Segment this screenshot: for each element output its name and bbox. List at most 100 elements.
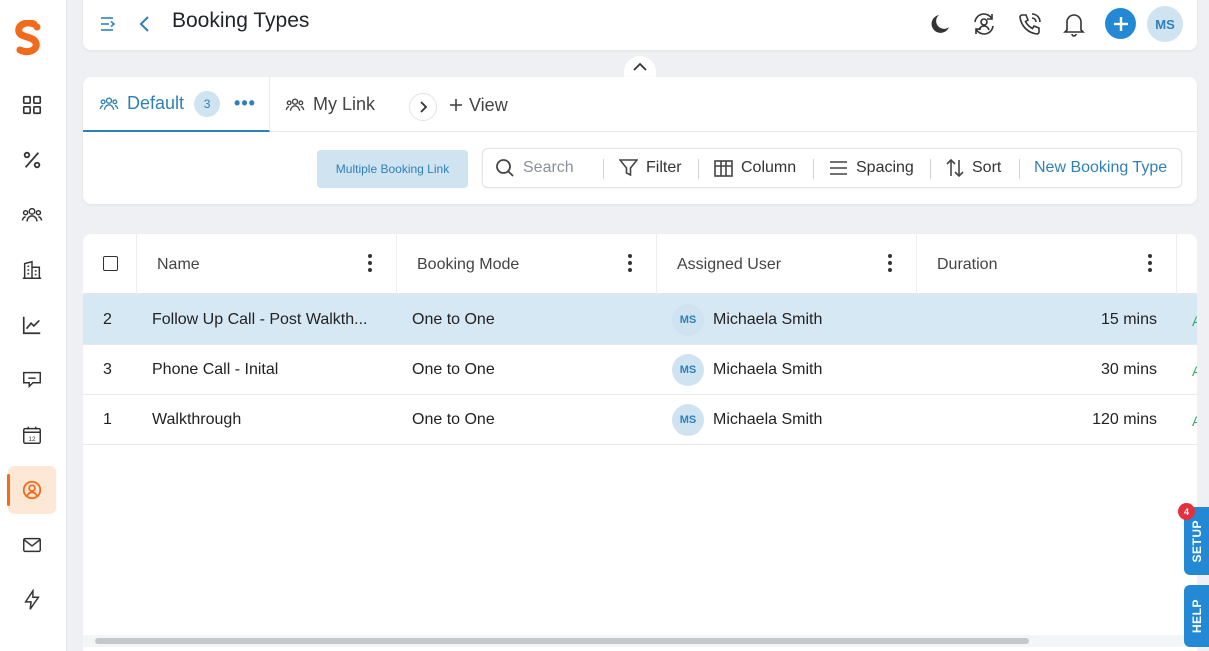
status-badge: A <box>1192 363 1197 379</box>
column-header-duration[interactable]: Duration <box>917 234 1177 295</box>
column-header-label: Duration <box>937 255 998 273</box>
horizontal-scrollbar[interactable] <box>83 635 1197 647</box>
sidebar-item-conversations[interactable] <box>8 356 56 404</box>
people-icon <box>285 98 305 111</box>
sidebar-item-calendar[interactable]: 12 <box>8 411 56 459</box>
sort-button[interactable]: Sort <box>946 149 1001 187</box>
add-view-label: View <box>469 94 508 115</box>
filter-icon <box>619 159 638 177</box>
phone-icon[interactable] <box>1016 10 1044 38</box>
column-button[interactable]: Column <box>714 149 796 187</box>
bell-icon[interactable] <box>1060 10 1088 38</box>
scrollbar-thumb[interactable] <box>95 638 1029 644</box>
column-header-label: Booking Mode <box>417 255 520 273</box>
duration: 15 mins <box>1100 311 1157 328</box>
sidebar-item-booking[interactable] <box>7 466 56 514</box>
columns-icon <box>714 159 733 177</box>
collapse-panel-toggle[interactable] <box>624 56 656 78</box>
select-all-checkbox[interactable] <box>103 256 118 271</box>
back-chevron-icon[interactable] <box>131 10 159 38</box>
view-count-badge: 3 <box>194 90 221 117</box>
search-input[interactable] <box>523 159 598 177</box>
add-view-button[interactable]: View <box>449 93 508 117</box>
avatar: MS <box>672 304 704 336</box>
percent-icon <box>23 151 41 169</box>
multiple-booking-link-button[interactable]: Multiple Booking Link <box>317 150 468 188</box>
table-row[interactable]: 1 Walkthrough One to One MS Michaela Smi… <box>83 395 1197 445</box>
tab-default[interactable]: Default 3 ••• <box>83 77 270 132</box>
search-icon <box>496 159 514 177</box>
view-tabs: Default 3 ••• My Link View <box>83 77 1197 132</box>
sort-label: Sort <box>972 159 1002 176</box>
add-new-button[interactable] <box>1105 8 1136 39</box>
assigned-user-name: Michaela Smith <box>713 411 823 428</box>
people-icon <box>21 207 43 222</box>
sync-user-icon[interactable] <box>970 10 998 38</box>
building-icon <box>22 260 42 279</box>
toolbar-divider <box>1019 159 1020 179</box>
column-label: Column <box>741 159 797 176</box>
page-title: Booking Types <box>172 9 310 32</box>
people-icon <box>99 97 119 110</box>
toolbar-divider <box>603 159 604 179</box>
lightning-icon <box>24 589 40 610</box>
new-booking-type-button[interactable]: New Booking Type <box>1034 149 1167 187</box>
booking-name[interactable]: Follow Up Call - Post Walkth... <box>152 295 367 345</box>
sidebar-item-percent[interactable] <box>8 136 56 184</box>
row-id: 3 <box>103 361 112 378</box>
spacing-button[interactable]: Spacing <box>829 149 914 187</box>
menu-collapse-icon[interactable] <box>94 10 122 38</box>
column-header-name[interactable]: Name <box>137 234 397 295</box>
assigned-user: MS Michaela Smith <box>672 345 822 395</box>
kebab-menu-icon[interactable] <box>888 254 892 272</box>
tab-my-link[interactable]: My Link <box>285 77 375 132</box>
sidebar-item-contacts[interactable] <box>8 191 56 239</box>
search-box[interactable] <box>495 149 598 187</box>
sidebar-item-email[interactable] <box>8 521 56 569</box>
user-avatar[interactable]: MS <box>1147 6 1183 42</box>
help-side-tab[interactable]: HELP <box>1184 585 1209 647</box>
duration: 30 mins <box>1100 361 1157 378</box>
row-id: 1 <box>103 411 112 428</box>
booking-name[interactable]: Phone Call - Inital <box>152 345 278 395</box>
column-header-label: Name <box>157 255 200 273</box>
sidebar-item-dashboard[interactable] <box>8 81 56 129</box>
column-header-label: Assigned User <box>677 255 782 273</box>
user-circle-icon <box>22 480 42 500</box>
kebab-menu-icon[interactable] <box>1148 254 1152 272</box>
brand-logo-icon[interactable] <box>12 19 44 56</box>
assigned-user: MS Michaela Smith <box>672 395 822 445</box>
grid-icon <box>22 95 42 115</box>
select-all-column <box>83 234 137 295</box>
filter-button[interactable]: Filter <box>619 149 682 187</box>
tab-more-options[interactable]: ••• <box>234 93 256 114</box>
sidebar: 12 <box>0 0 67 651</box>
chart-line-icon <box>22 316 41 335</box>
chat-icon <box>23 371 41 389</box>
calendar-icon: 12 <box>23 426 41 444</box>
table-row[interactable]: 2 Follow Up Call - Post Walkth... One to… <box>83 295 1197 345</box>
kebab-menu-icon[interactable] <box>368 254 372 272</box>
tab-my-link-label: My Link <box>313 94 376 114</box>
sidebar-item-reports[interactable] <box>8 301 56 349</box>
column-header-assigned-user[interactable]: Assigned User <box>657 234 917 295</box>
plus-icon <box>450 99 462 111</box>
duration: 120 mins <box>1092 411 1157 428</box>
avatar: MS <box>672 354 704 386</box>
kebab-menu-icon[interactable] <box>628 254 632 272</box>
booking-mode: One to One <box>412 411 495 428</box>
booking-name[interactable]: Walkthrough <box>152 395 241 445</box>
spacing-icon <box>830 161 847 175</box>
status-badge: A <box>1192 413 1197 429</box>
top-header: Booking Types MS <box>83 0 1197 50</box>
tabs-scroll-right-button[interactable] <box>409 93 437 121</box>
sidebar-item-automation[interactable] <box>8 576 56 624</box>
table-row[interactable]: 3 Phone Call - Inital One to One MS Mich… <box>83 345 1197 395</box>
status-badge: A <box>1192 313 1197 329</box>
column-header-booking-mode[interactable]: Booking Mode <box>397 234 657 295</box>
svg-text:12: 12 <box>28 436 36 443</box>
help-label: HELP <box>1189 598 1204 633</box>
sidebar-item-companies[interactable] <box>8 246 56 294</box>
booking-mode: One to One <box>412 361 495 378</box>
moon-icon[interactable] <box>927 10 955 38</box>
